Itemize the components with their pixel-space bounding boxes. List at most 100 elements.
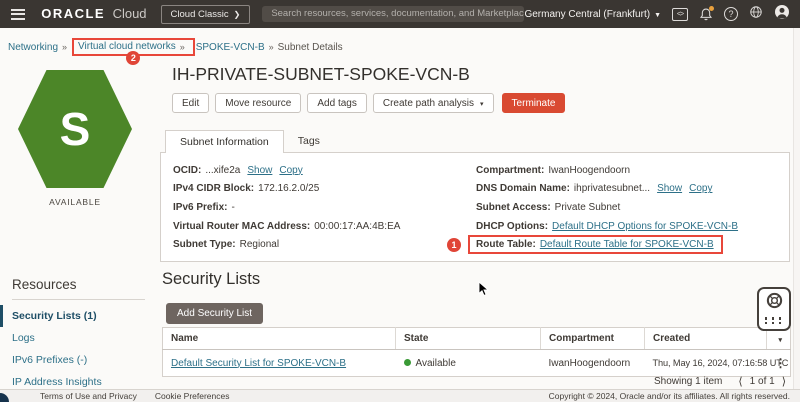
field-ipv6-prefix: IPv6 Prefix: - bbox=[173, 198, 400, 217]
breadcrumb: Networking» Virtual cloud networks» 2 SPOKE… bbox=[8, 38, 343, 65]
support-launcher-widget[interactable] bbox=[757, 287, 791, 331]
oracle-cloud-logo[interactable]: ORACLE Cloud bbox=[41, 5, 146, 23]
create-path-analysis-button[interactable]: Create path analysis ▾ bbox=[372, 93, 494, 113]
region-label: Germany Central (Frankfurt) bbox=[524, 8, 651, 20]
column-header-name[interactable]: Name bbox=[162, 327, 396, 350]
dhcp-options-link[interactable]: Default DHCP Options for SPOKE-VCN-B bbox=[552, 221, 738, 232]
footer: Terms of Use and Privacy Cookie Preferenc… bbox=[0, 389, 800, 402]
tab-tags[interactable]: Tags bbox=[284, 130, 334, 153]
field-label: DHCP Options: bbox=[476, 220, 549, 232]
subnet-hex-letter: S bbox=[59, 103, 91, 155]
annotation-badge-2: 2 bbox=[126, 51, 141, 65]
field-dns-domain-name: DNS Domain Name: ihprivatesubnet... Show Co… bbox=[476, 180, 738, 199]
sort-caret-icon[interactable]: ▾ bbox=[778, 336, 782, 344]
field-label: Subnet Type: bbox=[173, 239, 236, 251]
footer-link-terms-of-use-and-privacy[interactable]: Terms of Use and Privacy bbox=[40, 391, 137, 401]
tab-subnet-information[interactable]: Subnet Information bbox=[165, 130, 284, 153]
chevron-down-icon: ▼ bbox=[654, 11, 661, 19]
breadcrumb-item-networking[interactable]: Networking bbox=[8, 42, 58, 53]
column-header-created[interactable]: Created bbox=[644, 327, 767, 350]
action-bar: Edit Move resource Add tags Create path ana… bbox=[172, 93, 566, 113]
security-list-link[interactable]: Default Security List for SPOKE-VCN-B bbox=[171, 358, 346, 369]
field-value: - bbox=[231, 201, 235, 213]
annotation-box-2: Virtual cloud networks» 2 bbox=[72, 38, 195, 65]
field-ocid: OCID: ...xife2a Show Copy bbox=[173, 161, 400, 180]
column-header-state[interactable]: State bbox=[395, 327, 541, 350]
help-icon[interactable]: ? bbox=[724, 7, 738, 21]
field-value: 00:00:17:AA:4B:EA bbox=[314, 220, 401, 232]
user-avatar[interactable] bbox=[774, 4, 790, 25]
cloud-classic-label: Cloud Classic bbox=[170, 8, 229, 20]
field-subnet-access: Subnet Access: Private Subnet bbox=[476, 198, 738, 217]
resources-nav: Security Lists (1) Logs IPv6 Prefixes (-) I… bbox=[0, 305, 152, 393]
field-label: OCID: bbox=[173, 164, 202, 176]
hamburger-menu-icon[interactable] bbox=[11, 8, 26, 20]
sidebar-item-logs[interactable]: Logs bbox=[0, 327, 152, 349]
field-label: Virtual Router MAC Address: bbox=[173, 220, 311, 232]
copy-link[interactable]: Copy bbox=[689, 183, 712, 194]
subnet-status-hexagon: S bbox=[18, 70, 132, 188]
show-link[interactable]: Show bbox=[657, 183, 682, 194]
topbar: ORACLE Cloud Cloud Classic ❯ Search resou… bbox=[0, 0, 800, 28]
notifications-bell-icon[interactable] bbox=[699, 5, 714, 22]
footer-link-cookie-preferences[interactable]: Cookie Preferences bbox=[155, 391, 230, 401]
cloud-classic-button[interactable]: Cloud Classic ❯ bbox=[160, 4, 251, 24]
security-lists-title: Security Lists bbox=[162, 270, 261, 288]
field-value: 172.16.2.0/25 bbox=[258, 183, 320, 195]
route-table-link[interactable]: Default Route Table for SPOKE-VCN-B bbox=[540, 239, 714, 250]
language-globe-icon[interactable] bbox=[749, 5, 763, 24]
divider bbox=[12, 299, 145, 300]
add-security-list-button[interactable]: Add Security List bbox=[166, 303, 264, 324]
scrollbar[interactable] bbox=[793, 28, 800, 389]
pagination-page-indicator: 1 of 1 bbox=[749, 376, 775, 387]
chevron-down-icon: ▾ bbox=[480, 100, 484, 108]
field-route-table: Route Table: Default Route Table for SPOK… bbox=[447, 235, 738, 255]
breadcrumb-item-spoke-vcn-b[interactable]: SPOKE-VCN-B bbox=[196, 42, 265, 53]
notification-dot bbox=[709, 5, 714, 11]
life-ring-icon bbox=[766, 292, 783, 314]
brand-oracle: ORACLE bbox=[41, 6, 106, 21]
cell-name: Default Security List for SPOKE-VCN-B bbox=[163, 350, 396, 377]
field-label: Subnet Access: bbox=[476, 201, 551, 213]
search-input[interactable]: Search resources, services, documentatio… bbox=[262, 6, 525, 22]
move-resource-button[interactable]: Move resource bbox=[215, 93, 302, 113]
add-tags-button[interactable]: Add tags bbox=[307, 93, 367, 113]
field-label: Compartment: bbox=[476, 164, 545, 176]
edit-button[interactable]: Edit bbox=[172, 93, 210, 113]
table-row: Default Security List for SPOKE-VCN-B Ava… bbox=[163, 350, 791, 377]
resources-title: Resources bbox=[12, 277, 77, 292]
show-link[interactable]: Show bbox=[247, 165, 272, 176]
region-selector[interactable]: Germany Central (Frankfurt) ▼ bbox=[524, 9, 661, 20]
field-compartment: Compartment: IwanHoogendoorn bbox=[476, 161, 738, 180]
field-label: IPv4 CIDR Block: bbox=[173, 183, 255, 195]
cloud-shell-icon[interactable]: <> bbox=[672, 7, 688, 21]
chevron-right-icon: ❯ bbox=[233, 9, 241, 19]
breadcrumb-item-virtual-cloud-networks[interactable]: Virtual cloud networks bbox=[78, 41, 176, 52]
sidebar-item-ipv6-prefixes[interactable]: IPv6 Prefixes (-) bbox=[0, 349, 152, 371]
pagination-next-icon[interactable]: ⟩ bbox=[782, 375, 786, 388]
cell-created: Thu, May 16, 2024, 07:16:58 UTC bbox=[652, 358, 789, 368]
annotation-box-1: Route Table: Default Route Table for SPOK… bbox=[447, 235, 723, 255]
subnet-information-panel: OCID: ...xife2a Show Copy IPv4 CIDR Block: 17… bbox=[160, 152, 790, 262]
field-value: IwanHoogendoorn bbox=[548, 164, 631, 176]
breadcrumb-separator: » bbox=[268, 42, 274, 52]
field-subnet-type: Subnet Type: Regional bbox=[173, 235, 400, 254]
kebab-menu-icon[interactable]: ⋮ bbox=[775, 356, 787, 370]
breadcrumb-item-subnet-details: Subnet Details bbox=[277, 41, 343, 53]
brand-cloud: Cloud bbox=[112, 6, 147, 21]
cell-compartment: IwanHoogendoorn bbox=[548, 357, 631, 369]
pagination-showing: Showing 1 item bbox=[654, 376, 723, 387]
copy-link[interactable]: Copy bbox=[279, 165, 302, 176]
field-virtual-router-mac-address: Virtual Router MAC Address: 00:00:17:AA:4… bbox=[173, 217, 400, 236]
breadcrumb-separator: » bbox=[179, 41, 185, 52]
column-header-compartment[interactable]: Compartment bbox=[540, 327, 645, 350]
topbar-right: Germany Central (Frankfurt) ▼ <> ? bbox=[524, 4, 800, 25]
pagination-prev-icon[interactable]: ⟨ bbox=[738, 375, 742, 388]
field-value: Private Subnet bbox=[554, 201, 621, 213]
field-label: Route Table: bbox=[476, 239, 536, 251]
detail-tabs: Subnet Information Tags bbox=[165, 130, 334, 153]
breadcrumb-separator: » bbox=[62, 42, 68, 52]
sidebar-item-security-lists-1[interactable]: Security Lists (1) bbox=[0, 305, 152, 327]
terminate-button[interactable]: Terminate bbox=[501, 93, 566, 113]
field-label: DNS Domain Name: bbox=[476, 183, 570, 195]
